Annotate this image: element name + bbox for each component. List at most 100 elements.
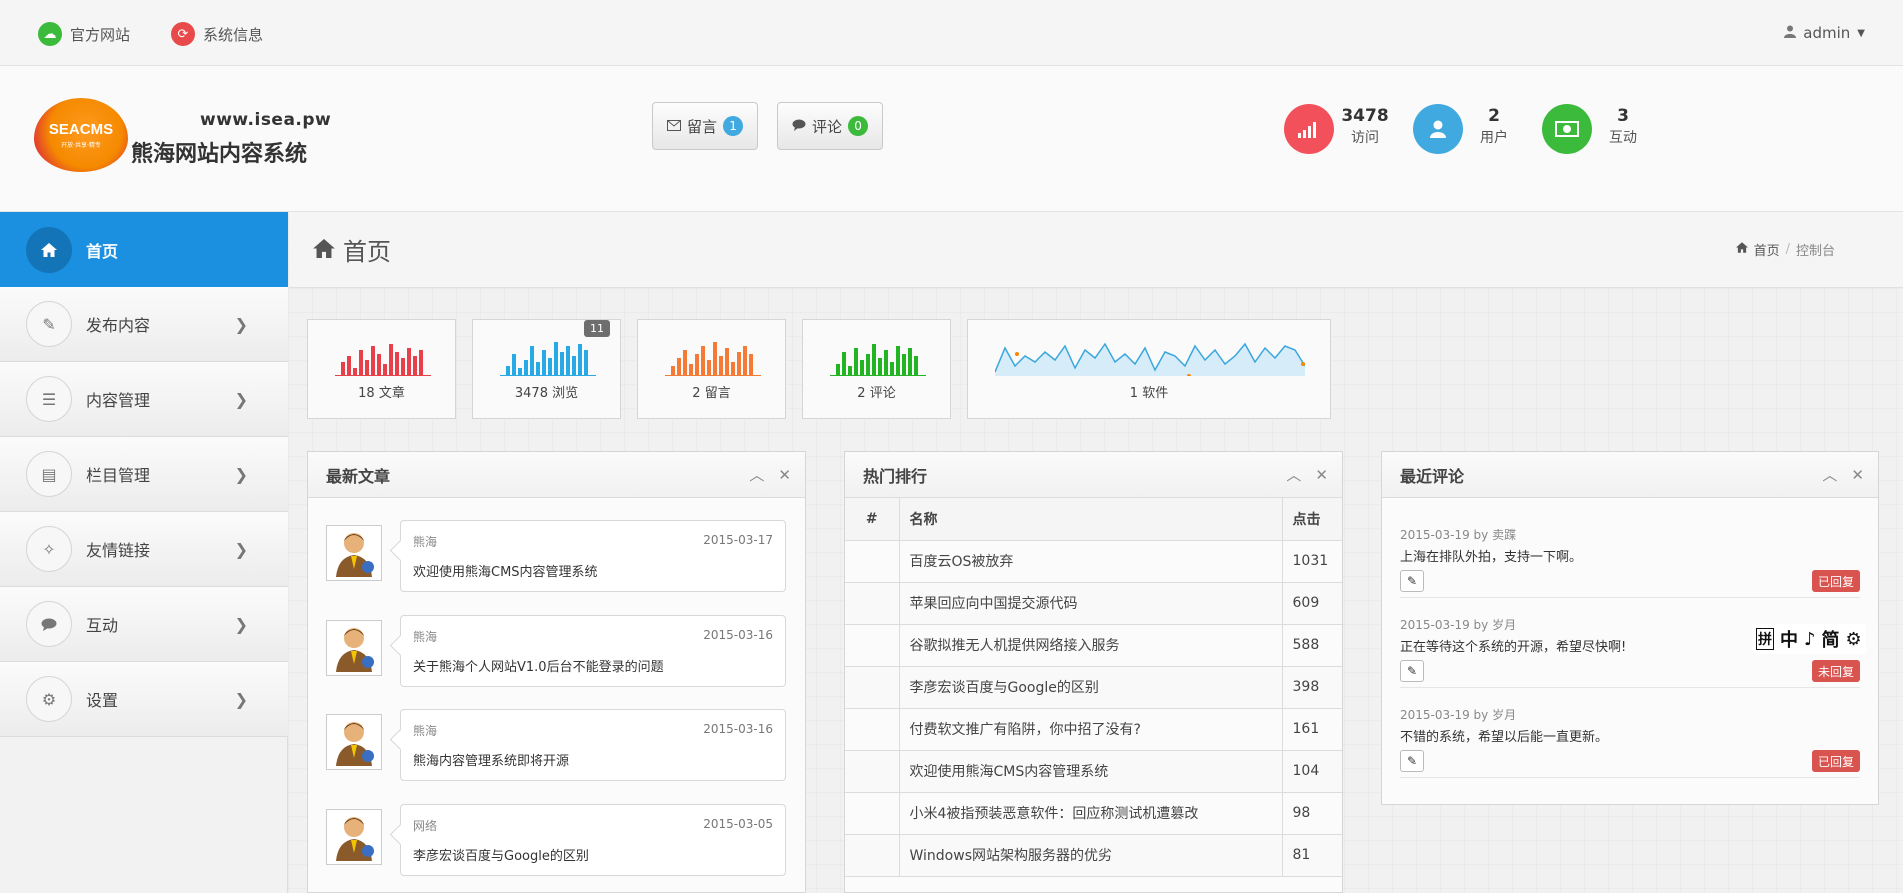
ime-settings-icon[interactable]: ⚙: [1846, 629, 1862, 650]
row-name-link[interactable]: 李彦宏谈百度与Google的区别: [899, 666, 1282, 709]
chevron-up-icon[interactable]: ︿: [1286, 464, 1301, 485]
views-tile[interactable]: 11 3478 浏览: [472, 319, 621, 419]
article-bubble: 熊海 2015-03-17 欢迎使用熊海CMS内容管理系统: [400, 520, 786, 592]
row-name-link[interactable]: 付费软文推广有陷阱，你中招了没有?: [899, 708, 1282, 751]
interaction-stat: 3 互动: [1593, 106, 1653, 147]
ime-simplified-mode[interactable]: 简: [1822, 626, 1840, 652]
comments-tile[interactable]: 2 评论: [802, 319, 951, 419]
edit-button[interactable]: ✎: [1400, 660, 1424, 682]
software-tile[interactable]: 1 软件: [967, 319, 1331, 419]
row-index-cell: [845, 708, 900, 751]
hot-ranking-table: # 名称 点击 百度云OS被放弃 1031 苹果回应向中国提交源代码 609 谷歌拟…: [845, 498, 1342, 877]
row-name-link[interactable]: 百度云OS被放弃: [899, 540, 1282, 583]
sidebar-item-content[interactable]: ☰ 内容管理 ❯: [0, 362, 288, 437]
sidebar-item-label: 发布内容: [86, 316, 151, 335]
breadcrumb-home-link[interactable]: 首页: [1754, 240, 1780, 259]
chevron-up-icon[interactable]: ︿: [1822, 464, 1837, 485]
article-date: 2015-03-17: [703, 533, 773, 547]
chevron-right-icon: ❯: [234, 314, 248, 334]
row-name-link[interactable]: 欢迎使用熊海CMS内容管理系统: [899, 750, 1282, 793]
logo[interactable]: SEACMS 开放·共享·精专: [34, 98, 128, 172]
row-clicks: 98: [1281, 792, 1342, 835]
close-icon[interactable]: ✕: [1315, 466, 1328, 484]
sidebar: 首页 ✎ 发布内容 ❯ ☰ 内容管理 ❯ ▤ 栏目管理 ❯ ✧ 友情链接 ❯ 互…: [0, 212, 288, 893]
edit-button[interactable]: ✎: [1400, 750, 1424, 772]
row-clicks: 81: [1281, 834, 1342, 877]
system-info-label: 系统信息: [203, 25, 264, 44]
close-icon[interactable]: ✕: [1851, 466, 1864, 484]
views-sparkbar: [500, 342, 596, 376]
comments-button[interactable]: 评论 0: [777, 102, 884, 150]
panel-header: 最新文章 ︿ ✕: [308, 452, 805, 498]
user-stat-icon: [1413, 104, 1463, 154]
comments-sparkbar: [830, 344, 926, 376]
table-row[interactable]: 欢迎使用熊海CMS内容管理系统 104: [845, 750, 1342, 793]
articles-tile[interactable]: 18 文章: [307, 319, 456, 419]
article-title-link[interactable]: 熊海内容管理系统即将开源: [413, 750, 569, 769]
row-name-link[interactable]: Windows网站架构服务器的优劣: [899, 834, 1282, 877]
article-date: 2015-03-05: [703, 817, 773, 831]
sidebar-item-publish[interactable]: ✎ 发布内容 ❯: [0, 287, 288, 362]
edit-button[interactable]: ✎: [1400, 570, 1424, 592]
users-value: 2: [1488, 106, 1500, 126]
list-item: 2015-03-19 by 岁月 不错的系统，希望以后能一直更新。 ✎ 已回复: [1400, 688, 1860, 778]
panel-header: 热门排行 ︿ ✕: [845, 452, 1342, 498]
table-row[interactable]: 百度云OS被放弃 1031: [845, 540, 1342, 583]
breadcrumb: 首页 / 控制台: [1735, 240, 1835, 259]
row-name-link[interactable]: 谷歌拟推无人机提供网络接入服务: [899, 624, 1282, 667]
user-menu[interactable]: admin ▼: [1784, 24, 1865, 42]
list-item[interactable]: 熊海 2015-03-16 关于熊海个人网站V1.0后台不能登录的问题: [326, 615, 786, 689]
views-tile-caption: 3478 浏览: [514, 386, 579, 401]
messages-label: 留言: [687, 117, 718, 136]
chevron-right-icon: ❯: [234, 389, 248, 409]
column-header-index: #: [845, 498, 900, 541]
row-name-link[interactable]: 苹果回应向中国提交源代码: [899, 582, 1282, 625]
gears-icon: ⚙: [26, 676, 72, 722]
row-clicks: 104: [1281, 750, 1342, 793]
close-icon[interactable]: ✕: [778, 466, 791, 484]
header: SEACMS 开放·共享·精专 www.isea.pw 熊海网站内容系统 留言 …: [0, 66, 1903, 212]
logo-tagline: 开放·共享·精专: [61, 142, 101, 149]
messages-tile[interactable]: 2 留言: [637, 319, 786, 419]
sidebar-item-links[interactable]: ✧ 友情链接 ❯: [0, 512, 288, 587]
panel-title: 最近评论: [1400, 466, 1465, 486]
home-icon: [26, 226, 72, 273]
article-date: 2015-03-16: [703, 628, 773, 642]
table-row[interactable]: Windows网站架构服务器的优劣 81: [845, 834, 1342, 877]
row-index-cell: [845, 624, 900, 667]
chevron-up-icon[interactable]: ︿: [749, 464, 764, 485]
article-bubble: 熊海 2015-03-16 关于熊海个人网站V1.0后台不能登录的问题: [400, 615, 786, 687]
table-row[interactable]: 付费软文推广有陷阱，你中招了没有? 161: [845, 708, 1342, 751]
table-row[interactable]: 苹果回应向中国提交源代码 609: [845, 582, 1342, 625]
sidebar-item-settings[interactable]: ⚙ 设置 ❯: [0, 662, 288, 737]
sidebar-item-columns[interactable]: ▤ 栏目管理 ❯: [0, 437, 288, 512]
list-item: 2015-03-19 by 卖蹀 上海在排队外拍，支持一下啊。 ✎ 已回复: [1400, 508, 1860, 598]
visits-label: 访问: [1351, 130, 1379, 146]
article-title-link[interactable]: 关于熊海个人网站V1.0后台不能登录的问题: [413, 656, 664, 675]
list-item[interactable]: 熊海 2015-03-16 熊海内容管理系统即将开源: [326, 709, 786, 783]
ime-toolbar[interactable]: 拼 中 ♪ 简 ⚙: [1752, 624, 1866, 654]
list-item[interactable]: 熊海 2015-03-17 欢迎使用熊海CMS内容管理系统: [326, 520, 786, 594]
sidebar-item-home[interactable]: 首页: [0, 212, 288, 287]
row-name-link[interactable]: 小米4被指预装恶意软件：回应称测试机遭篡改: [899, 792, 1282, 835]
article-title-link[interactable]: 欢迎使用熊海CMS内容管理系统: [413, 561, 598, 580]
site-name: 熊海网站内容系统: [131, 142, 308, 167]
messages-button[interactable]: 留言 1: [652, 102, 759, 150]
table-row[interactable]: 李彦宏谈百度与Google的区别 398: [845, 666, 1342, 709]
magic-icon: ✧: [26, 526, 72, 572]
official-site-link[interactable]: ☁ 官方网站: [38, 22, 130, 46]
ime-chinese-mode[interactable]: 中: [1780, 626, 1798, 652]
ime-pinyin-icon[interactable]: 拼: [1756, 628, 1774, 650]
software-sparkline: [995, 342, 1305, 376]
envelope-icon: [667, 117, 681, 135]
sidebar-item-interaction[interactable]: 互动 ❯: [0, 587, 288, 662]
row-clicks: 588: [1281, 624, 1342, 667]
ime-punctuation-icon[interactable]: ♪: [1804, 629, 1816, 650]
article-title-link[interactable]: 李彦宏谈百度与Google的区别: [413, 845, 589, 864]
hot-ranking-panel: 热门排行 ︿ ✕ # 名称 点击 百度云OS被放弃 1031 苹果回应向中国提交源…: [844, 451, 1343, 893]
sidebar-item-label: 设置: [86, 691, 119, 710]
list-item[interactable]: 网络 2015-03-05 李彦宏谈百度与Google的区别: [326, 804, 786, 878]
table-row[interactable]: 小米4被指预装恶意软件：回应称测试机遭篡改 98: [845, 792, 1342, 835]
table-row[interactable]: 谷歌拟推无人机提供网络接入服务 588: [845, 624, 1342, 667]
system-info-link[interactable]: ⟳ 系统信息: [171, 22, 263, 46]
